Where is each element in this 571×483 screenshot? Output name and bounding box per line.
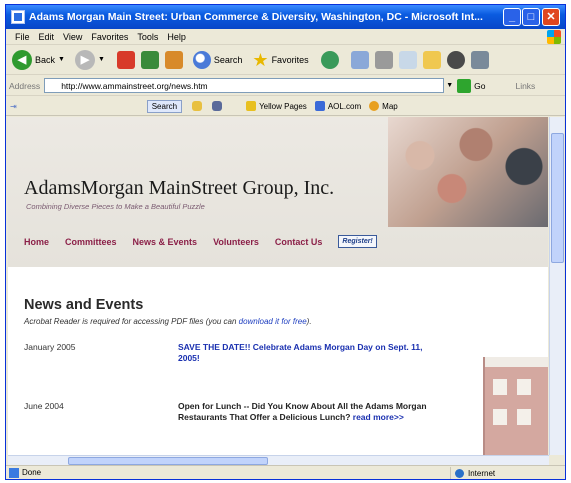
star-icon: ★	[252, 49, 269, 70]
menu-tools[interactable]: Tools	[137, 32, 158, 42]
browser-window: Adams Morgan Main Street: Urban Commerce…	[5, 4, 566, 480]
map-link[interactable]: Map	[369, 101, 398, 111]
nav-volunteers[interactable]: Volunteers	[213, 237, 259, 247]
mail-icon[interactable]	[350, 50, 369, 69]
site-tagline: Combining Diverse Pieces to Make a Beaut…	[26, 202, 205, 211]
standard-toolbar: ◀ Back ▼ ▶ ▼ Search ★ Favorites	[6, 45, 565, 75]
links-label[interactable]: Links	[515, 81, 535, 91]
puzzle-photo-collage	[388, 117, 548, 227]
back-arrow-icon: ◀	[12, 49, 32, 70]
yellow-pages-link[interactable]: Yellow Pages	[246, 101, 307, 111]
vertical-scrollbar[interactable]	[549, 117, 564, 455]
acrobat-note: Acrobat Reader is required for accessing…	[24, 317, 312, 326]
globe-icon	[455, 468, 464, 478]
map-label: Map	[382, 101, 398, 111]
yellow-pages-label: Yellow Pages	[259, 101, 307, 111]
menu-file[interactable]: File	[15, 32, 30, 42]
yellow-pages-icon	[246, 101, 257, 111]
toolbar-grip-icon: ⇥	[10, 101, 17, 111]
highlight-icon[interactable]	[192, 101, 203, 111]
nav-committees[interactable]: Committees	[65, 237, 117, 247]
note-text: Acrobat Reader is required for accessing…	[24, 317, 239, 326]
address-value: http://www.ammainstreet.org/news.htm	[61, 80, 208, 91]
zone-text: Internet	[468, 468, 496, 478]
back-label: Back	[35, 54, 56, 65]
toolbar-search-label: Search	[151, 101, 178, 111]
chevron-down-icon: ▼	[97, 56, 105, 63]
register-badge[interactable]: Register!	[338, 235, 377, 248]
ie-icon	[11, 10, 25, 24]
toolbar-search-button[interactable]: Search	[146, 99, 183, 113]
window-title: Adams Morgan Main Street: Urban Commerce…	[29, 11, 483, 23]
map-icon	[369, 101, 380, 111]
history-icon[interactable]	[320, 50, 339, 69]
note-suffix: ).	[306, 317, 312, 326]
read-more-link[interactable]: read more>>	[353, 412, 404, 422]
stop-icon[interactable]	[116, 50, 135, 69]
menu-view[interactable]: View	[63, 32, 82, 42]
messenger-icon[interactable]	[446, 50, 465, 69]
popup-blocker-icon[interactable]	[212, 101, 223, 111]
event-headline: Open for Lunch -- Did You Know About All…	[178, 401, 438, 423]
home-icon[interactable]	[164, 50, 183, 69]
status-text: Done	[22, 468, 42, 477]
windows-logo-icon	[547, 30, 561, 44]
storefront-illustration	[483, 357, 548, 455]
horizontal-scrollbar[interactable]	[8, 455, 549, 465]
search-button[interactable]: Search	[192, 50, 243, 69]
back-button[interactable]: ◀ Back ▼	[12, 49, 65, 70]
address-bar: Address http://www.ammainstreet.org/news…	[6, 76, 565, 96]
download-link[interactable]: download it for free	[239, 317, 307, 326]
page-viewport: AdamsMorgan MainStreet Group, Inc. Combi…	[8, 117, 548, 455]
favorites-label: Favorites	[271, 54, 309, 65]
menu-edit[interactable]: Edit	[39, 32, 55, 42]
event-date: June 2004	[24, 401, 64, 411]
security-zone: Internet	[450, 467, 562, 479]
minimize-button[interactable]: _	[503, 8, 521, 26]
close-button[interactable]: ✕	[542, 8, 560, 26]
address-label: Address	[9, 80, 41, 91]
go-arrow-icon[interactable]	[457, 78, 472, 93]
nav-contact-us[interactable]: Contact Us	[275, 237, 323, 247]
page-icon	[9, 467, 19, 478]
aol-label: AOL.com	[327, 101, 362, 111]
event-date: January 2005	[24, 342, 76, 352]
chevron-down-icon[interactable]: ▼	[446, 82, 453, 89]
menu-help[interactable]: Help	[167, 32, 186, 42]
aol-link[interactable]: AOL.com	[314, 101, 362, 111]
go-button[interactable]: Go	[474, 81, 485, 91]
research-icon[interactable]	[470, 50, 489, 69]
site-title: AdamsMorgan MainStreet Group, Inc.	[24, 177, 335, 199]
nav-home[interactable]: Home	[24, 237, 49, 247]
magnifier-icon	[192, 50, 211, 69]
print-icon[interactable]	[374, 50, 393, 69]
site-navigation: Home Committees News & Events Volunteers…	[24, 235, 377, 248]
aol-icon	[314, 101, 325, 111]
nav-news-events[interactable]: News & Events	[133, 237, 198, 247]
address-input[interactable]: http://www.ammainstreet.org/news.htm	[44, 78, 445, 93]
forward-button[interactable]: ▶ ▼	[74, 49, 105, 70]
status-bar: Done Internet	[6, 465, 565, 479]
maximize-button[interactable]: □	[522, 8, 540, 26]
scroll-thumb[interactable]	[551, 133, 564, 263]
links-toolbar: ⇥ Search Yellow Pages AOL.com Map	[6, 97, 565, 116]
page-heading: News and Events	[24, 297, 144, 313]
refresh-icon[interactable]	[140, 50, 159, 69]
site-banner: AdamsMorgan MainStreet Group, Inc. Combi…	[8, 117, 548, 267]
forward-arrow-icon: ▶	[74, 49, 95, 70]
edit-icon[interactable]	[398, 50, 417, 69]
folder-icon[interactable]	[422, 50, 441, 69]
search-label: Search	[213, 54, 243, 65]
menu-bar: File Edit View Favorites Tools Help	[6, 29, 565, 45]
event-headline-link[interactable]: SAVE THE DATE!! Celebrate Adams Morgan D…	[178, 342, 438, 364]
title-bar: Adams Morgan Main Street: Urban Commerce…	[6, 5, 565, 29]
scroll-thumb[interactable]	[68, 457, 268, 465]
menu-favorites[interactable]: Favorites	[91, 32, 128, 42]
favorites-button[interactable]: ★ Favorites	[252, 51, 308, 69]
chevron-down-icon: ▼	[58, 56, 65, 63]
